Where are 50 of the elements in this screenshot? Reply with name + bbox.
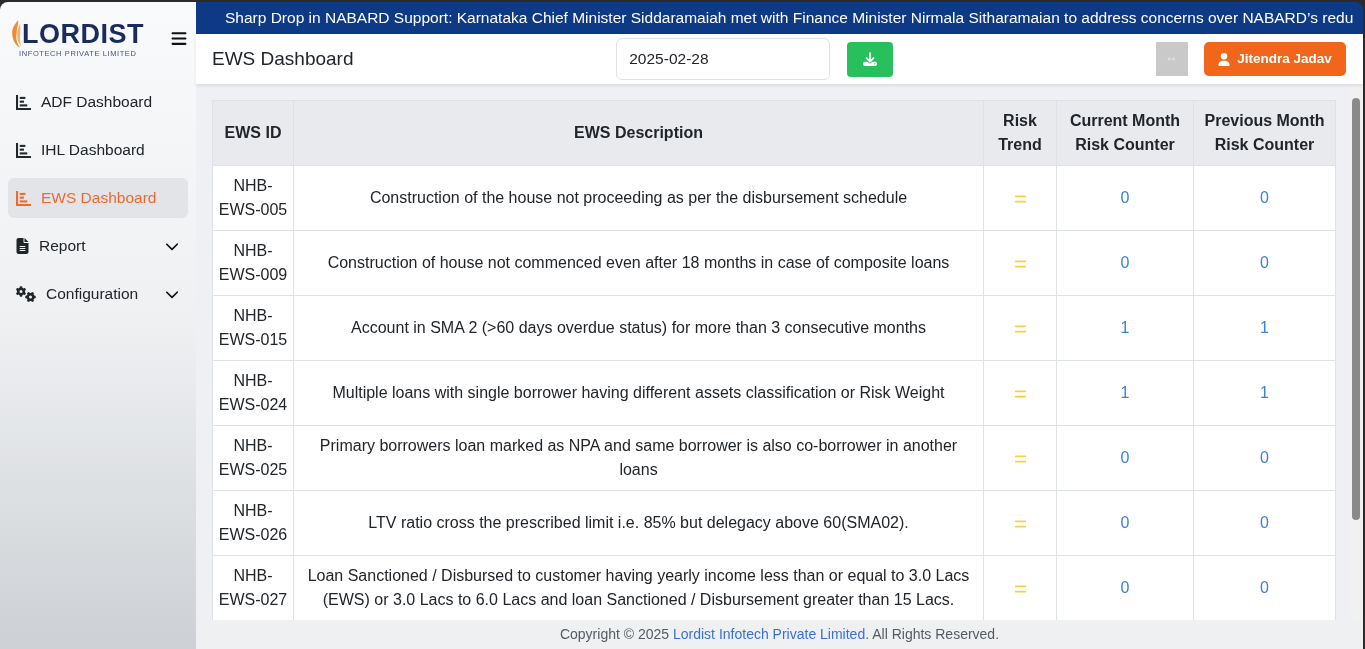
download-icon (863, 52, 878, 66)
id-cell: NHB-EWS-005 (212, 165, 294, 231)
copyright-text: Copyright © 2025 Lordist Infotech Private Limited. All Rights Reserved. (559, 625, 1000, 644)
bar-chart-icon (16, 142, 31, 158)
counter-cell: 0 (1193, 230, 1336, 296)
sidebar-item[interactable]: Report (8, 226, 188, 266)
document-icon (16, 238, 29, 254)
description-cell: Account in SMA 2 (>60 days overdue status) for more than 3 consecutive months (293, 295, 984, 361)
toggle-button[interactable] (1156, 42, 1188, 76)
menu-icon[interactable] (170, 29, 188, 47)
counter-cell: 1 (1056, 295, 1194, 361)
date-field[interactable]: 2025-02-28 (616, 38, 831, 80)
user-icon (1218, 52, 1231, 66)
description-cell: Primary borrowers loan marked as NPA and same borrower is also co-borrower in another loans (293, 425, 984, 491)
counter-cell: 1 (1193, 360, 1336, 426)
bar-chart-icon (16, 190, 31, 206)
counter-cell: 0 (1056, 425, 1194, 491)
id-cell: NHB-EWS-015 (212, 295, 294, 361)
id-cell: NHB-EWS-024 (212, 360, 294, 426)
description-cell: Construction of the house not proceeding as per the disbursement schedule (293, 165, 984, 231)
bar-chart-icon (16, 94, 31, 110)
counter-cell: 0 (1193, 165, 1336, 231)
sidebar-item[interactable]: ADF Dashboard (8, 82, 188, 122)
description-cell: Construction of house not commenced even after 18 months in case of composite loans (293, 230, 984, 296)
counter-cell: 0 (1193, 490, 1336, 556)
counter-cell: 1 (1056, 360, 1194, 426)
logo-wordmark: LORDIST (22, 18, 144, 49)
column-header: Previous Month Risk Counter (1193, 100, 1336, 166)
id-cell: NHB-EWS-009 (212, 230, 294, 296)
counter-cell: 0 (1056, 165, 1194, 231)
counter-cell: 0 (1056, 230, 1194, 296)
description-cell: Multiple loans with single borrower having different assets classification or Risk Weight (293, 360, 984, 426)
id-cell: NHB-EWS-025 (212, 425, 294, 491)
counter-cell: 0 (1056, 490, 1194, 556)
download-button[interactable] (847, 41, 894, 77)
logo-flame-icon (11, 19, 22, 48)
column-header: EWS ID (212, 100, 294, 166)
column-header: Current Month Risk Counter (1056, 100, 1194, 166)
scrollbar-thumb[interactable] (1352, 98, 1360, 520)
sidebar-item[interactable]: IHL Dashboard (8, 130, 188, 170)
news-ticker-text: Sharp Drop in NABARD Support: Karnataka Chief Minister Siddaramaiah met with Finance Minister Nirmala Sitharamaian to address concerns over NABARD’s redu (225, 8, 1354, 29)
counter-cell: 0 (1193, 425, 1336, 491)
id-cell: NHB-EWS-026 (212, 490, 294, 556)
column-header: Risk Trend (983, 100, 1057, 166)
description-cell: LTV ratio cross the prescribed limit i.e. 85% but delegacy above 60(SMA02). (293, 490, 984, 556)
gears-icon (16, 286, 36, 302)
page-title: EWS Dashboard (212, 46, 354, 71)
sidebar-item[interactable]: Configuration (8, 274, 188, 314)
column-header: EWS Description (293, 100, 984, 166)
counter-cell: 1 (1193, 295, 1336, 361)
